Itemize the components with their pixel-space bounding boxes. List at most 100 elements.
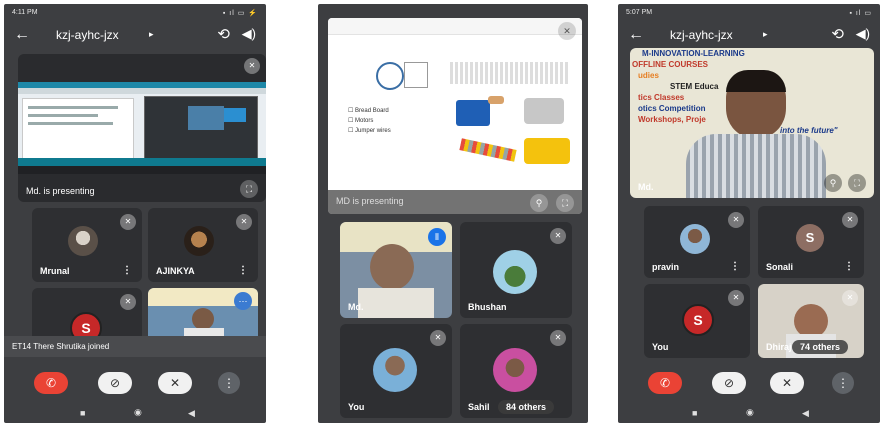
mic-off-icon: ✕ (550, 228, 566, 244)
mic-off-icon: ✕ (236, 214, 252, 230)
more-vert-icon[interactable]: ⋮ (122, 265, 132, 276)
caret-right-icon[interactable]: ▸ (149, 29, 154, 40)
switch-camera-icon[interactable]: ⟲ (217, 25, 230, 43)
speaker-icon[interactable]: ◀) (242, 26, 256, 42)
more-options-button[interactable]: ⋮ (832, 372, 854, 394)
mic-off-button[interactable]: ✕ (770, 372, 804, 394)
end-call-button[interactable]: ✆ (34, 372, 68, 394)
switch-camera-icon[interactable]: ⟲ (831, 25, 844, 43)
fullscreen-icon[interactable]: ⛶ (240, 180, 258, 198)
participant-tile[interactable]: ✕ S You (644, 284, 750, 358)
avatar (493, 250, 537, 294)
gear-motor-image (524, 138, 570, 164)
fullscreen-icon[interactable]: ⛶ (848, 174, 866, 192)
status-icons: ▪ ıl ▭ (849, 10, 872, 17)
mic-off-icon: ✕ (558, 22, 576, 40)
presenting-overlay: MD is presenting (336, 196, 404, 206)
end-call-button[interactable]: ✆ (648, 372, 682, 394)
pin-icon[interactable]: ⚲ (530, 194, 548, 212)
more-vert-icon[interactable]: ⋮ (844, 261, 854, 272)
mic-off-icon: ✕ (120, 294, 136, 310)
shared-screen (18, 82, 266, 166)
meeting-bar: ← kzj-ayhc-jzx ▸ ⟲ ◀) (618, 22, 880, 48)
presenting-label: Md. is presenting (26, 186, 95, 196)
list-item: ☐ Jumper wires (348, 128, 391, 134)
participant-name: Dhiraj (766, 342, 792, 352)
others-count-badge[interactable]: 74 others (792, 340, 849, 354)
more-vert-icon[interactable]: ⋮ (730, 261, 740, 272)
participant-video (370, 244, 414, 290)
presentation-tile[interactable]: ✕ Md. is presenting ⛶ (18, 54, 266, 202)
speaker-name: Md. (638, 182, 654, 192)
participant-tile[interactable]: ⦀ Md. (340, 222, 452, 318)
avatar (493, 348, 537, 392)
nav-back-icon[interactable]: ◀ (802, 408, 809, 419)
back-arrow-icon[interactable]: ← (628, 26, 644, 44)
avatar (68, 226, 98, 256)
nav-recents-icon[interactable]: ■ (80, 408, 85, 418)
status-bar: 4:11 PM ▪ ıl ▭ ⚡ (4, 4, 266, 22)
participant-tile[interactable]: ✕ Bhushan (460, 222, 572, 318)
participant-name: Sahil (468, 402, 490, 412)
mic-off-icon: ✕ (842, 212, 858, 228)
participant-tile[interactable]: ✕ Mrunal ⋮ (32, 208, 142, 282)
caret-right-icon[interactable]: ▸ (763, 29, 768, 40)
main-speaker-tile[interactable]: M-INNOVATION-LEARNING OFFLINE COURSES ud… (630, 48, 874, 198)
fullscreen-icon[interactable]: ⛶ (556, 194, 574, 212)
mic-off-icon: ✕ (244, 58, 260, 74)
meeting-code[interactable]: kzj-ayhc-jzx (670, 28, 733, 42)
dc-motor-image (524, 98, 564, 124)
participant-name: You (652, 342, 669, 352)
more-options-button[interactable]: ⋮ (218, 372, 240, 394)
meeting-code[interactable]: kzj-ayhc-jzx (56, 28, 119, 42)
participant-name: Mrunal (40, 266, 70, 276)
status-time: 4:11 PM (12, 9, 38, 16)
back-arrow-icon[interactable]: ← (14, 26, 30, 44)
participant-name: Md. (348, 302, 364, 312)
jumper-wires-image (459, 138, 517, 162)
more-vert-icon[interactable]: ⋮ (238, 265, 248, 276)
participant-tile[interactable]: ✕ pravin ⋮ (644, 206, 750, 278)
more-horiz-icon[interactable]: ⋯ (234, 292, 252, 310)
participant-tile[interactable]: ✕ You (340, 324, 452, 418)
others-count-badge[interactable]: 84 others (498, 400, 555, 414)
participant-tile[interactable]: ✕ S Sonali ⋮ (758, 206, 864, 278)
mic-off-icon: ✕ (120, 214, 136, 230)
nav-home-icon[interactable]: ◉ (134, 407, 142, 418)
shared-screen[interactable]: ✕ ☐ Bread Board ☐ Motors ☐ Jumper wires … (328, 18, 582, 214)
participant-name: Bhushan (468, 302, 507, 312)
participant-name: pravin (652, 262, 680, 272)
letter-avatar: S (682, 304, 714, 336)
avatar (373, 348, 417, 392)
camera-off-button[interactable]: ⊘ (98, 372, 132, 394)
letter-avatar: S (796, 224, 824, 252)
participant-name: AJINKYA (156, 266, 195, 276)
mic-off-button[interactable]: ✕ (158, 372, 192, 394)
components-list: ☐ Bread Board ☐ Motors ☐ Jumper wires (348, 106, 391, 136)
mic-off-icon: ✕ (430, 330, 446, 346)
nav-recents-icon[interactable]: ■ (692, 408, 697, 418)
list-item: ☐ Motors (348, 118, 374, 124)
list-item: ☐ Bread Board (348, 108, 389, 114)
speaker-icon[interactable]: ◀) (856, 26, 870, 42)
participant-tile[interactable]: ✕ Dhiraj 74 others (758, 284, 864, 358)
mic-off-icon: ✕ (550, 330, 566, 346)
list-item-label: Jumper wires (355, 128, 391, 134)
mic-off-icon: ✕ (728, 290, 744, 306)
banner-line: M-INNOVATION-LEARNING (642, 49, 745, 58)
meeting-bar: ← kzj-ayhc-jzx ▸ ⟲ ◀) (4, 22, 266, 48)
nav-home-icon[interactable]: ◉ (746, 407, 754, 418)
banner-line: OFFLINE COURSES (632, 60, 709, 69)
speaking-icon: ⦀ (428, 228, 446, 246)
list-item-label: Bread Board (355, 108, 389, 114)
nav-back-icon[interactable]: ◀ (188, 408, 195, 419)
participant-tile[interactable]: ✕ AJINKYA ⋮ (148, 208, 258, 282)
status-time: 5:07 PM (626, 9, 653, 16)
servo-motor-image (456, 100, 490, 126)
participant-tile[interactable]: ✕ Sahil 84 others (460, 324, 572, 418)
camera-off-button[interactable]: ⊘ (712, 372, 746, 394)
mic-off-icon: ✕ (728, 212, 744, 228)
pin-icon[interactable]: ⚲ (824, 174, 842, 192)
participant-name: You (348, 402, 365, 412)
mic-off-icon: ✕ (842, 290, 858, 306)
